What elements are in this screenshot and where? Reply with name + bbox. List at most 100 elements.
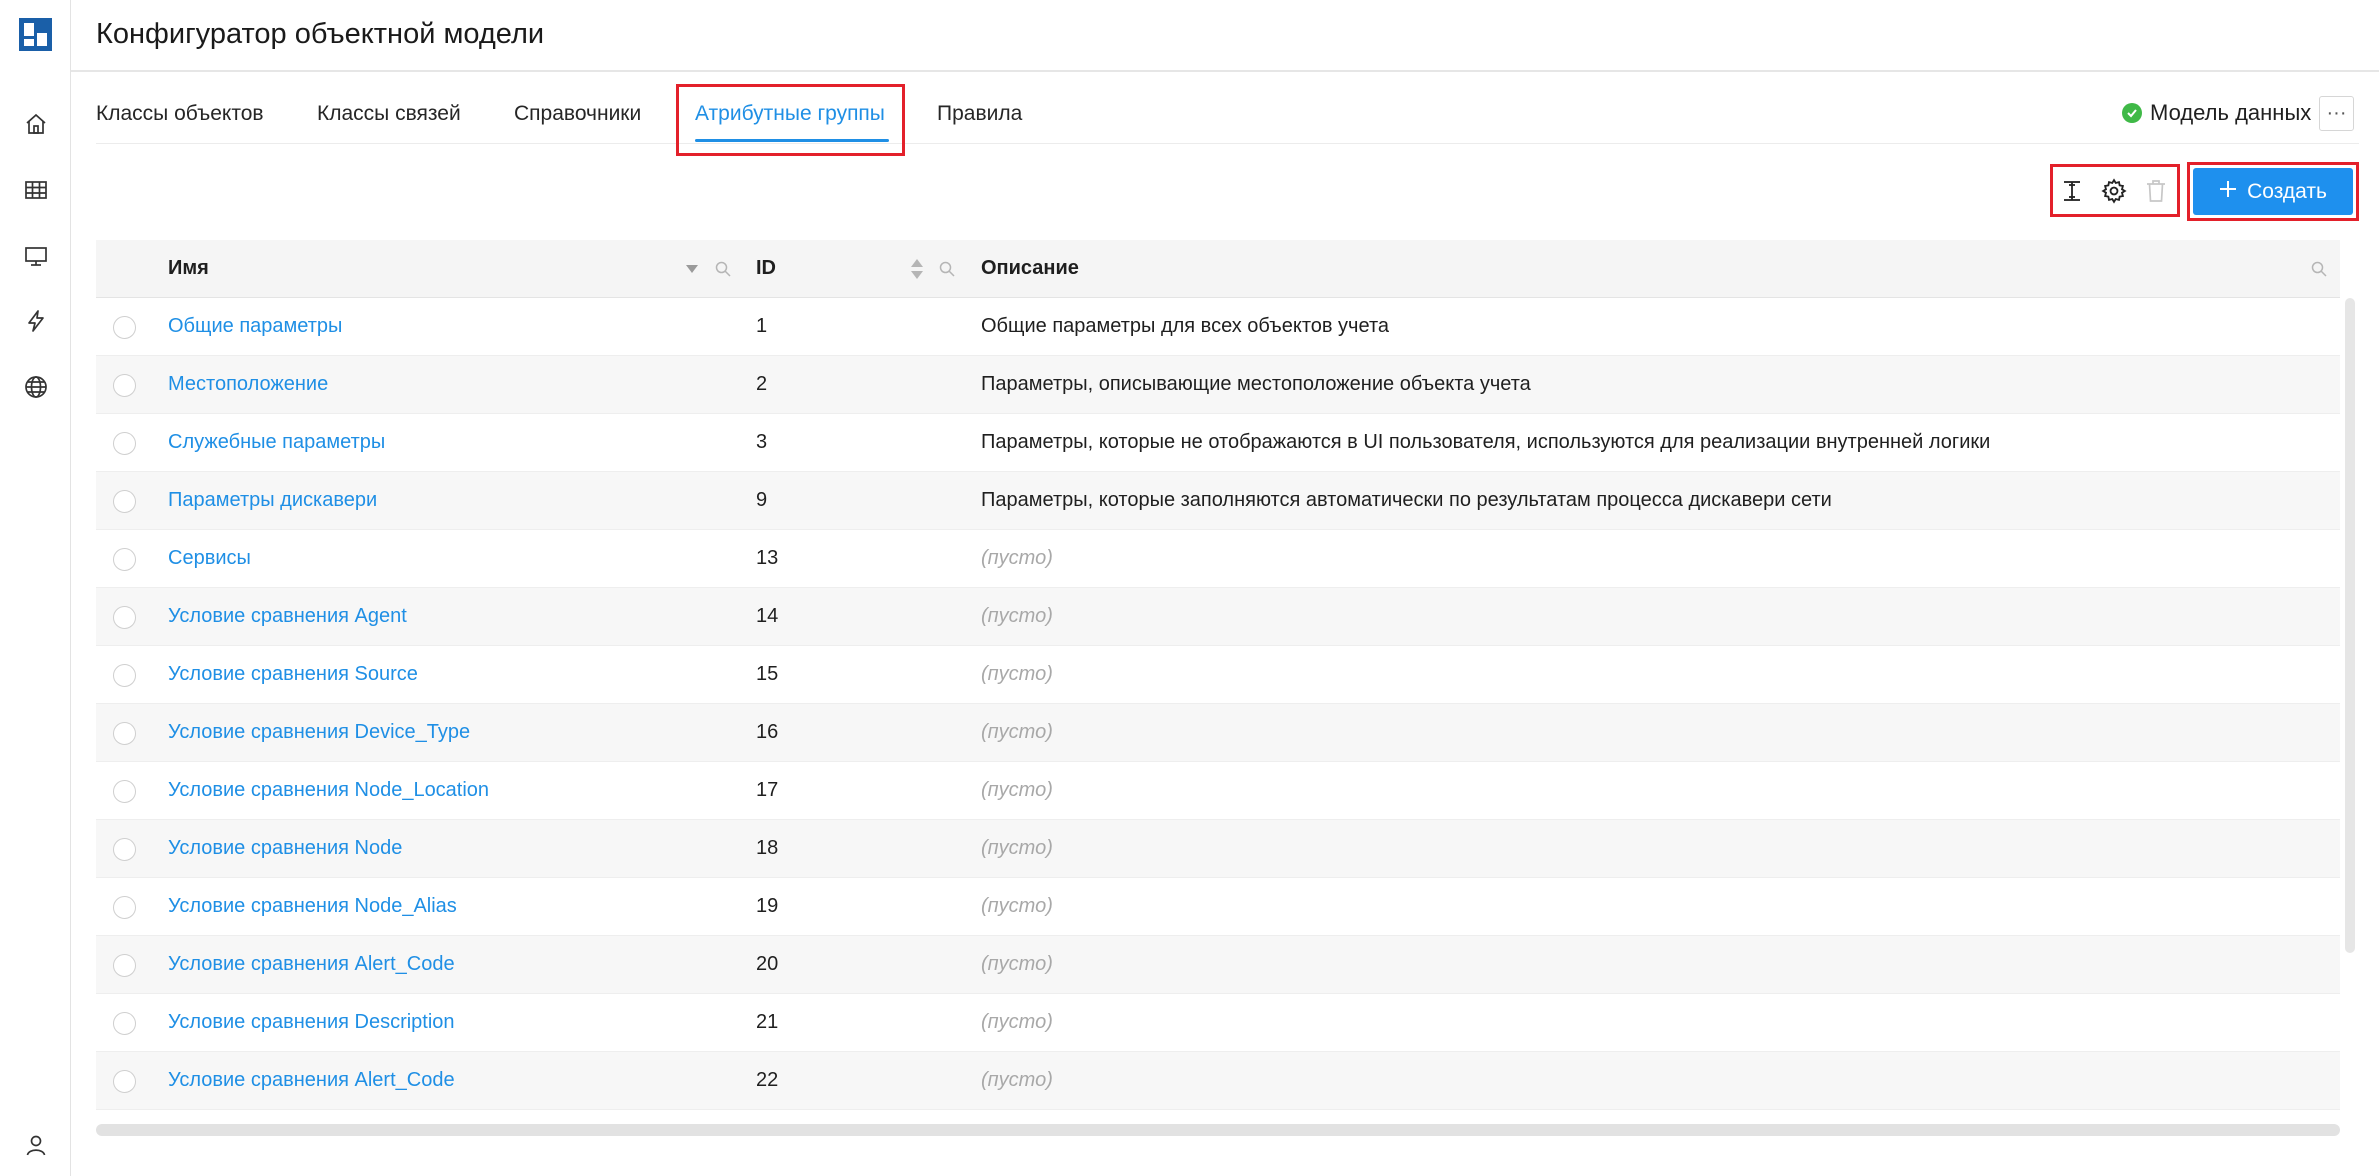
plus-icon [2219,180,2237,204]
gear-icon[interactable] [2099,176,2129,206]
row-description: (пусто) [981,953,1053,975]
table-icon[interactable] [20,174,52,206]
row-name-link[interactable]: Условие сравнения Agent [168,605,407,628]
more-options-button[interactable]: ··· [2319,96,2354,131]
row-id: 22 [756,1069,779,1091]
search-icon[interactable] [713,259,733,279]
row-select-radio[interactable] [113,954,136,977]
search-icon[interactable] [937,259,957,279]
page-header: Конфигуратор объектной модели [71,0,2379,72]
row-id: 13 [756,547,779,569]
row-id: 20 [756,953,779,975]
row-select-radio[interactable] [113,838,136,861]
tab-bar: Классы объектов Классы связей Справочник… [96,72,2359,144]
row-select-radio[interactable] [113,664,136,687]
row-select-radio[interactable] [113,780,136,803]
row-description: (пусто) [981,837,1053,859]
table-row[interactable]: Сервисы 13 (пусто) [96,530,2340,588]
user-icon[interactable] [20,1129,52,1161]
row-id: 3 [756,431,768,453]
row-name-link[interactable]: Общие параметры [168,315,342,338]
table-row[interactable]: Условие сравнения Agent 14 (пусто) [96,588,2340,646]
lightning-icon[interactable] [20,305,52,337]
row-description: (пусто) [981,1011,1053,1033]
row-description: Параметры, описывающие местоположение об… [981,373,1531,395]
table-body: Общие параметры 1 Общие параметры для всех… [96,298,2340,1110]
table-row[interactable]: Служебные параметры 3 Параметры, которые н… [96,414,2340,472]
row-name-link[interactable]: Местоположение [168,373,328,396]
row-height-icon[interactable] [2057,176,2087,206]
tab-dictionaries[interactable]: Справочники [514,102,641,126]
row-name-link[interactable]: Параметры дискавери [168,489,377,512]
sort-desc-icon[interactable] [682,259,702,279]
row-description: Параметры, которые не отображаются в UI … [981,431,1991,453]
row-name-link[interactable]: Условие сравнения Alert_Code [168,953,455,976]
column-header-id[interactable]: ID [756,257,776,280]
tab-object-classes[interactable]: Классы объектов [96,102,264,126]
row-name-link[interactable]: Условие сравнения Source [168,663,418,686]
row-name-link[interactable]: Условие сравнения Alert_Code [168,1069,455,1092]
create-button[interactable]: Создать [2193,168,2353,215]
horizontal-scrollbar[interactable] [96,1124,2340,1136]
page-title: Конфигуратор объектной модели [96,18,545,50]
row-name-link[interactable]: Условие сравнения Node_Alias [168,895,457,918]
home-icon[interactable] [20,108,52,140]
check-circle-icon [2122,103,2142,123]
row-select-radio[interactable] [113,374,136,397]
tab-rules[interactable]: Правила [937,102,1022,126]
row-description: Общие параметры для всех объектов учета [981,315,1389,337]
row-select-radio[interactable] [113,722,136,745]
vertical-scrollbar[interactable] [2345,298,2355,953]
row-description: Параметры, которые заполняются автоматич… [981,489,1832,511]
row-select-radio[interactable] [113,548,136,571]
column-header-name[interactable]: Имя [168,257,209,280]
row-id: 19 [756,895,779,917]
table-row[interactable]: Условие сравнения Source 15 (пусто) [96,646,2340,704]
row-name-link[interactable]: Условие сравнения Description [168,1011,455,1034]
create-button-label: Создать [2247,179,2327,203]
row-select-radio[interactable] [113,432,136,455]
monitor-icon[interactable] [20,240,52,272]
row-description: (пусто) [981,895,1053,917]
tab-relation-classes[interactable]: Классы связей [317,102,461,126]
row-id: 1 [756,315,768,337]
table-row[interactable]: Условие сравнения Node_Alias 19 (пусто) [96,878,2340,936]
row-select-radio[interactable] [113,490,136,513]
tab-highlight-box [676,84,905,156]
row-id: 2 [756,373,768,395]
row-description: (пусто) [981,663,1053,685]
table-row[interactable]: Условие сравнения Description 21 (пусто) [96,994,2340,1052]
trash-icon[interactable] [2141,176,2171,206]
table-row[interactable]: Условие сравнения Device_Type 16 (пусто) [96,704,2340,762]
row-id: 9 [756,489,768,511]
row-description: (пусто) [981,1069,1053,1091]
row-select-radio[interactable] [113,1012,136,1035]
table-row[interactable]: Параметры дискавери 9 Параметры, которые з… [96,472,2340,530]
table-row[interactable]: Условие сравнения Node_Location 17 (пусто) [96,762,2340,820]
row-id: 21 [756,1011,779,1033]
sort-icon[interactable] [907,259,927,279]
row-name-link[interactable]: Условие сравнения Node_Location [168,779,489,802]
search-icon[interactable] [2309,259,2329,279]
table-row[interactable]: Местоположение 2 Параметры, описывающие ме… [96,356,2340,414]
row-select-radio[interactable] [113,316,136,339]
app-logo[interactable] [19,18,52,51]
row-select-radio[interactable] [113,606,136,629]
column-header-description[interactable]: Описание [981,257,1079,280]
row-select-radio[interactable] [113,1070,136,1093]
row-description: (пусто) [981,547,1053,569]
globe-icon[interactable] [20,371,52,403]
table-row[interactable]: Условие сравнения Node 18 (пусто) [96,820,2340,878]
row-name-link[interactable]: Сервисы [168,547,251,570]
row-description: (пусто) [981,605,1053,627]
row-name-link[interactable]: Условие сравнения Device_Type [168,721,470,744]
row-id: 18 [756,837,779,859]
model-status-label: Модель данных [2150,100,2312,125]
row-select-radio[interactable] [113,896,136,919]
table-row[interactable]: Условие сравнения Alert_Code 22 (пусто) [96,1052,2340,1110]
model-status[interactable]: Модель данных [2122,100,2311,126]
row-name-link[interactable]: Служебные параметры [168,431,385,454]
table-row[interactable]: Условие сравнения Alert_Code 20 (пусто) [96,936,2340,994]
row-name-link[interactable]: Условие сравнения Node [168,837,402,860]
table-row[interactable]: Общие параметры 1 Общие параметры для всех… [96,298,2340,356]
